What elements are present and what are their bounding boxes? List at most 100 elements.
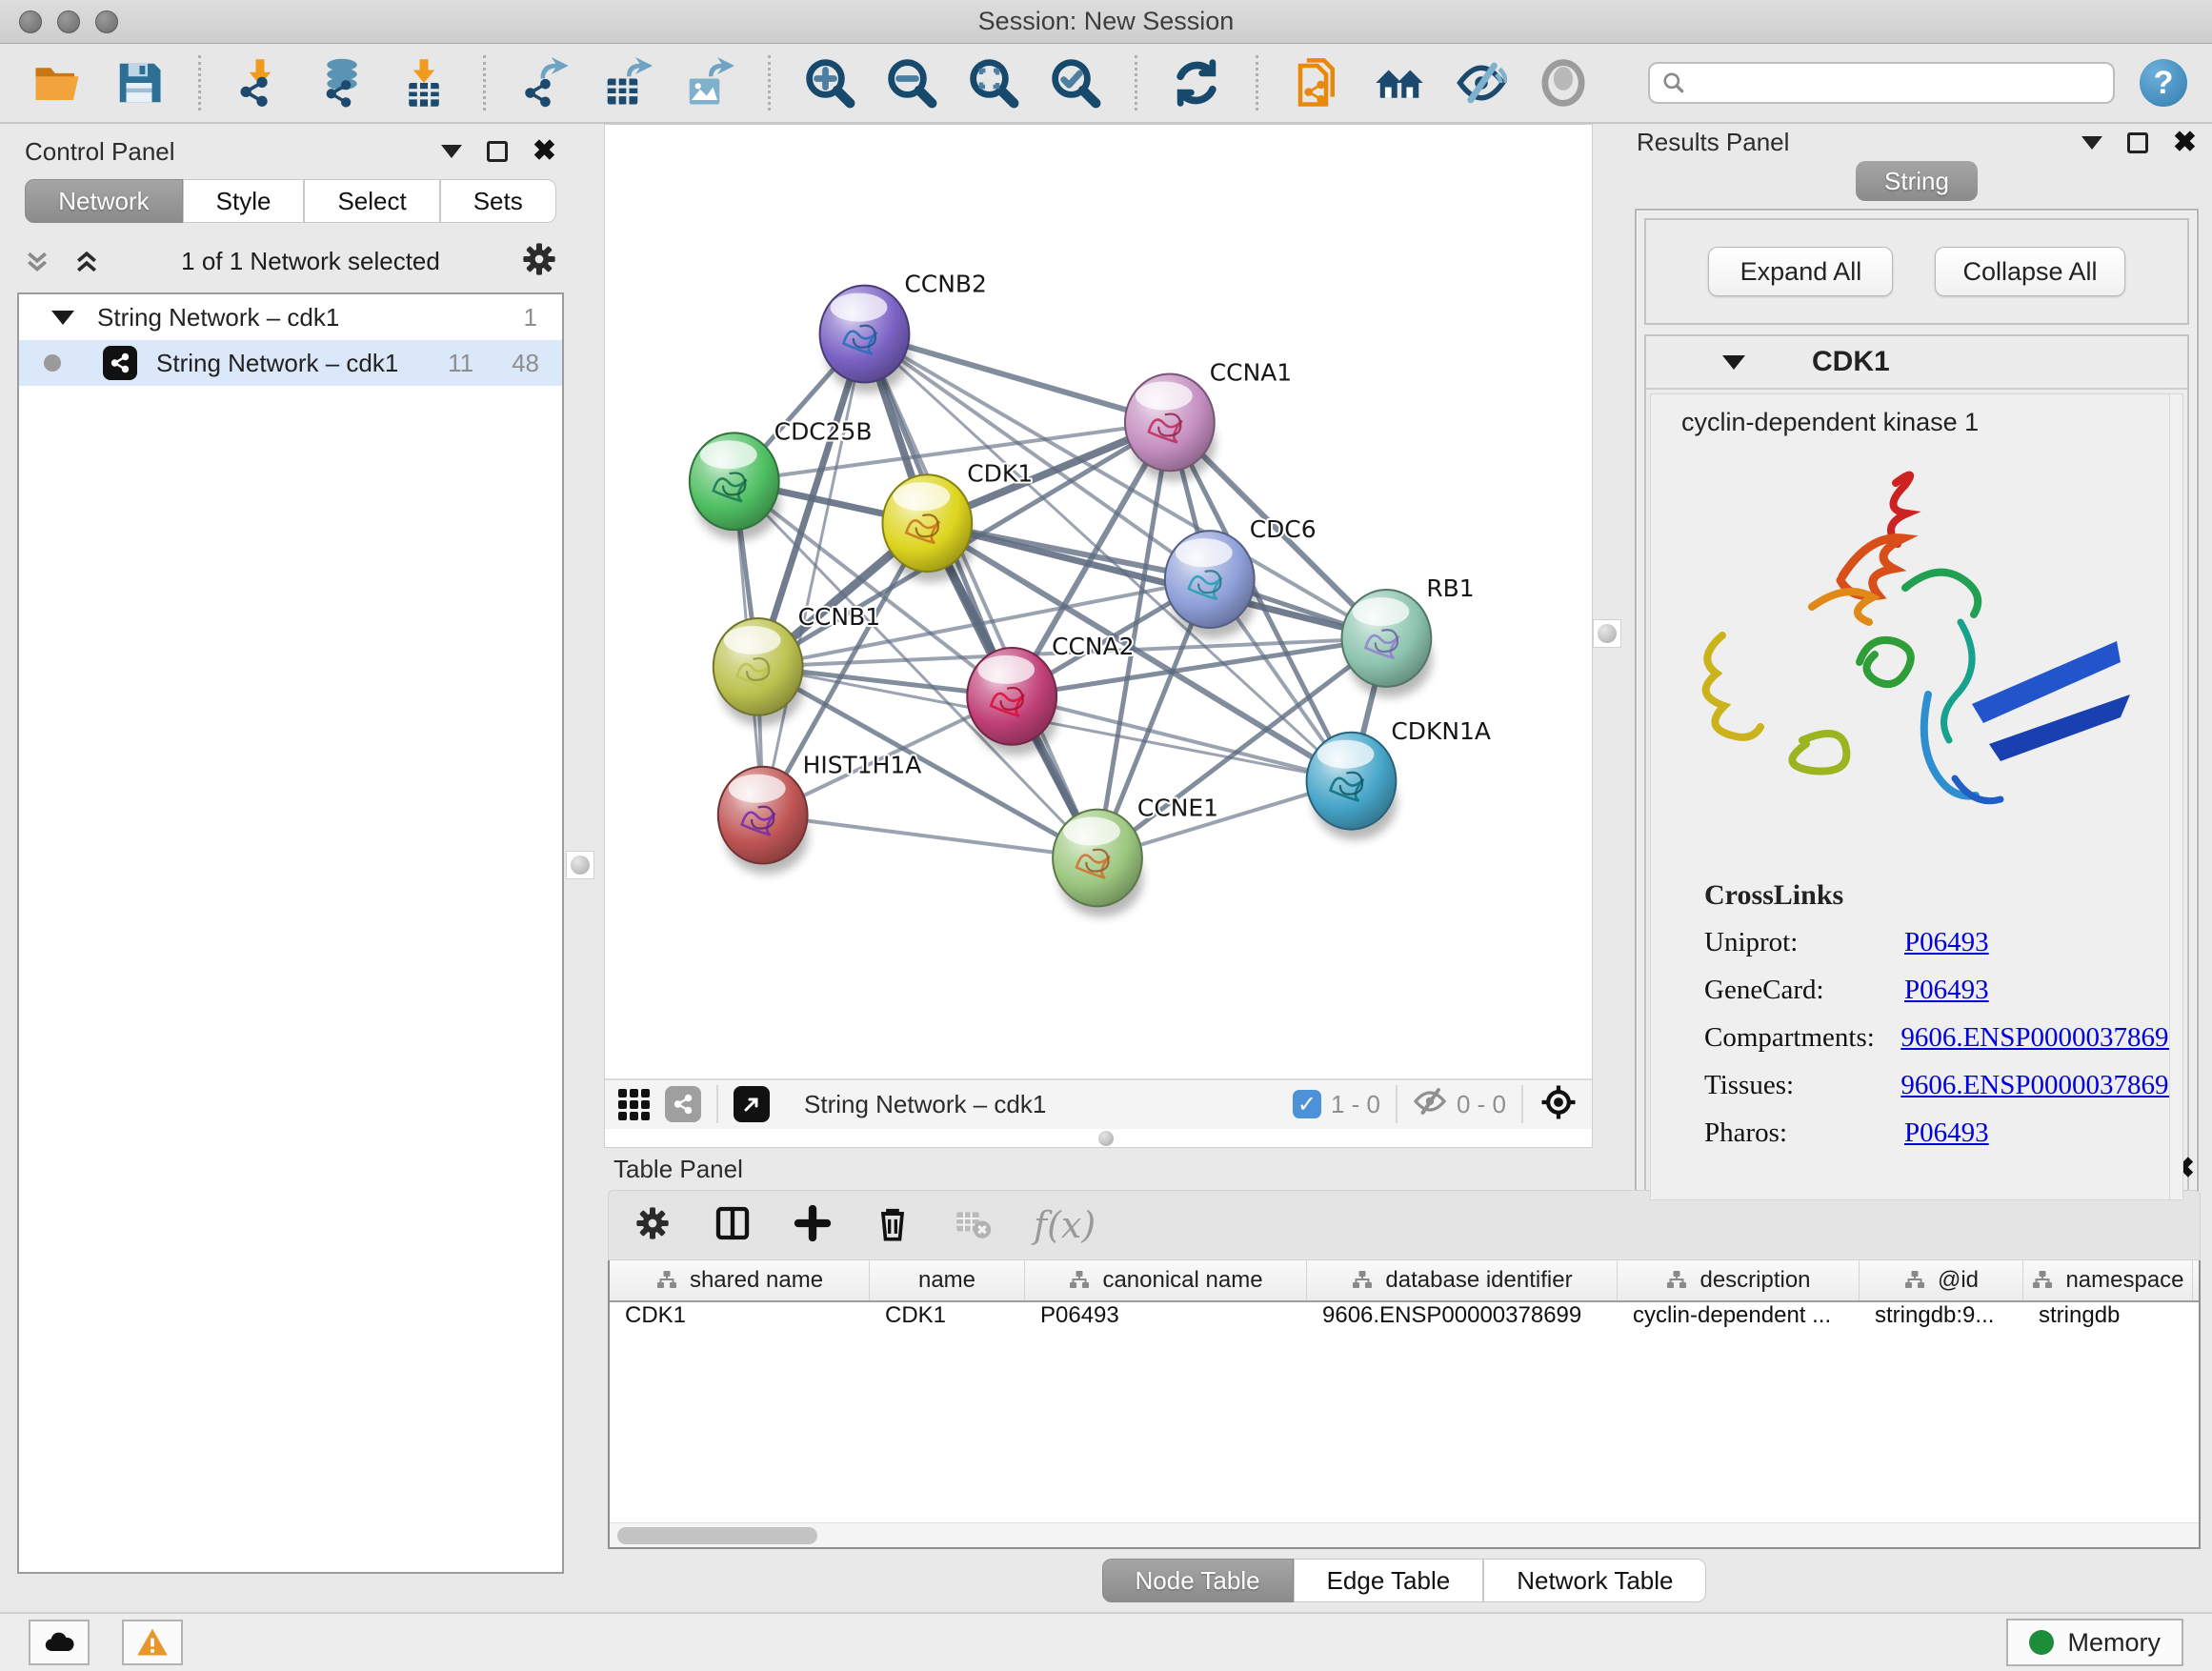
- show-columns-icon[interactable]: [714, 1204, 752, 1247]
- right-splitter[interactable]: [1593, 124, 1625, 1148]
- delete-column-icon[interactable]: [874, 1204, 912, 1247]
- network-row[interactable]: String Network – cdk1 11 48: [19, 340, 562, 386]
- collapse-triangle-icon[interactable]: [1722, 355, 1745, 370]
- crosslink-link[interactable]: 9606.ENSP00000378699: [1900, 1022, 2182, 1054]
- column-header-database-identifier[interactable]: database identifier: [1307, 1260, 1618, 1300]
- column-header--id[interactable]: @id: [1860, 1260, 2023, 1300]
- results-scrollbar[interactable]: [2169, 394, 2182, 1199]
- network-node-ccna1[interactable]: CCNA1: [1125, 358, 1292, 481]
- column-header-shared-name[interactable]: shared name: [610, 1260, 870, 1300]
- column-header-description[interactable]: description: [1618, 1260, 1860, 1300]
- import-network-file-icon[interactable]: [233, 56, 287, 110]
- export-image-icon[interactable]: [682, 56, 735, 110]
- import-table-icon[interactable]: [397, 56, 451, 110]
- gene-header[interactable]: CDK1: [1646, 336, 2187, 390]
- collapse-all-icon[interactable]: [23, 248, 51, 276]
- crosslink-link[interactable]: P06493: [1904, 1117, 1989, 1149]
- string-network-graph[interactable]: CCNB2CCNA1CDC25BCDK1CDC6RB1CCNB1CCNA2CDK…: [605, 125, 1592, 1078]
- zoom-selected-icon[interactable]: [1049, 56, 1102, 110]
- search-field[interactable]: [1694, 70, 2101, 96]
- crosslink-link[interactable]: 9606.ENSP00000378699: [1900, 1070, 2182, 1101]
- tab-select[interactable]: Select: [304, 179, 439, 223]
- memory-button[interactable]: Memory: [2006, 1619, 2183, 1666]
- tab-style[interactable]: Style: [183, 179, 305, 223]
- tab-node-table[interactable]: Node Table: [1102, 1559, 1294, 1602]
- network-node-cdc25b[interactable]: CDC25B: [690, 417, 873, 540]
- refresh-icon[interactable]: [1170, 56, 1223, 110]
- column-header-namespace[interactable]: namespace: [2023, 1260, 2193, 1300]
- left-splitter[interactable]: [572, 124, 604, 1612]
- add-column-icon[interactable]: [794, 1204, 832, 1247]
- network-node-cdc6[interactable]: CDC6: [1165, 515, 1317, 638]
- save-session-icon[interactable]: [112, 56, 166, 110]
- close-panel-icon[interactable]: ✖: [2173, 129, 2197, 157]
- splitter-handle[interactable]: [1593, 619, 1621, 648]
- selected-checkbox-icon[interactable]: ✓: [1293, 1090, 1321, 1118]
- column-header-canonical-name[interactable]: canonical name: [1025, 1260, 1307, 1300]
- network-node-cdkn1a[interactable]: CDKN1A: [1307, 717, 1491, 840]
- table-cell[interactable]: cyclin-dependent ...: [1618, 1302, 1860, 1329]
- cloud-button[interactable]: [29, 1620, 90, 1665]
- network-node-ccnb2[interactable]: CCNB2: [820, 271, 987, 393]
- warning-button[interactable]: [122, 1620, 183, 1665]
- table-hscrollbar[interactable]: [610, 1522, 2199, 1547]
- expand-all-button[interactable]: Expand All: [1708, 247, 1893, 296]
- network-options-gear-icon[interactable]: [520, 240, 558, 283]
- search-input[interactable]: [1648, 62, 2115, 104]
- crosslink-link[interactable]: P06493: [1904, 975, 1989, 1006]
- float-panel-icon[interactable]: [2127, 132, 2148, 153]
- network-node-rb1[interactable]: RB1: [1342, 574, 1475, 697]
- network-canvas[interactable]: CCNB2CCNA1CDC25BCDK1CDC6RB1CCNB1CCNA2CDK…: [605, 125, 1592, 1078]
- tab-edge-table[interactable]: Edge Table: [1294, 1559, 1484, 1602]
- network-collection-row[interactable]: String Network – cdk1 1: [19, 294, 562, 340]
- birdseye-grid-icon[interactable]: [618, 1089, 650, 1120]
- network-edge[interactable]: [864, 334, 1097, 858]
- hidden-eye-icon[interactable]: [1413, 1084, 1447, 1125]
- pan-crosshair-icon[interactable]: [1538, 1082, 1579, 1127]
- tab-string[interactable]: String: [1856, 161, 1978, 201]
- table-cell[interactable]: stringdb: [2023, 1302, 2193, 1329]
- zoom-in-icon[interactable]: [803, 56, 856, 110]
- hscroll-thumb[interactable]: [617, 1527, 817, 1544]
- network-edge[interactable]: [864, 334, 1169, 423]
- network-node-hist1h1a[interactable]: HIST1H1A: [718, 752, 922, 875]
- network-node-cdk1[interactable]: CDK1: [882, 459, 1033, 582]
- network-share-icon[interactable]: [665, 1086, 701, 1122]
- network-edge[interactable]: [763, 334, 865, 815]
- detach-view-icon[interactable]: [734, 1086, 770, 1122]
- splitter-handle[interactable]: [566, 851, 594, 879]
- collapse-triangle-icon[interactable]: [51, 311, 74, 325]
- help-icon[interactable]: ?: [2140, 59, 2187, 107]
- export-table-icon[interactable]: [600, 56, 654, 110]
- network-edge[interactable]: [763, 815, 1097, 858]
- import-network-database-icon[interactable]: [315, 56, 369, 110]
- collapse-all-button[interactable]: Collapse All: [1935, 247, 2124, 296]
- table-cell[interactable]: stringdb:9...: [1860, 1302, 2023, 1329]
- zoom-out-icon[interactable]: [885, 56, 938, 110]
- tab-network[interactable]: Network: [25, 179, 182, 223]
- zoom-fit-icon[interactable]: [967, 56, 1020, 110]
- network-node-ccnb1[interactable]: CCNB1: [714, 603, 880, 726]
- document-share-icon[interactable]: [1291, 56, 1344, 110]
- table-cell[interactable]: P06493: [1025, 1302, 1307, 1329]
- horizontal-splitter-handle[interactable]: [1098, 1131, 1114, 1146]
- table-cell[interactable]: CDK1: [870, 1302, 1025, 1329]
- open-session-icon[interactable]: [30, 56, 84, 110]
- expand-all-icon[interactable]: [72, 248, 101, 276]
- eye-disabled-icon[interactable]: [1537, 56, 1590, 110]
- houses-icon[interactable]: [1373, 56, 1426, 110]
- panel-menu-icon[interactable]: [441, 145, 462, 158]
- export-network-icon[interactable]: [518, 56, 572, 110]
- crosslink-link[interactable]: P06493: [1904, 927, 1989, 958]
- eye-slash-icon[interactable]: [1455, 56, 1508, 110]
- close-panel-icon[interactable]: ✖: [533, 137, 556, 166]
- panel-menu-icon[interactable]: [2081, 136, 2102, 150]
- table-row[interactable]: CDK1CDK1P064939606.ENSP00000378699cyclin…: [610, 1302, 2199, 1329]
- tab-network-table[interactable]: Network Table: [1483, 1559, 1706, 1602]
- table-cell[interactable]: CDK1: [610, 1302, 870, 1329]
- float-panel-icon[interactable]: [487, 141, 508, 162]
- table-cell[interactable]: 9606.ENSP00000378699: [1307, 1302, 1618, 1329]
- table-options-gear-icon[interactable]: [633, 1204, 672, 1247]
- tab-sets[interactable]: Sets: [440, 179, 556, 223]
- column-header-name[interactable]: name: [870, 1260, 1025, 1300]
